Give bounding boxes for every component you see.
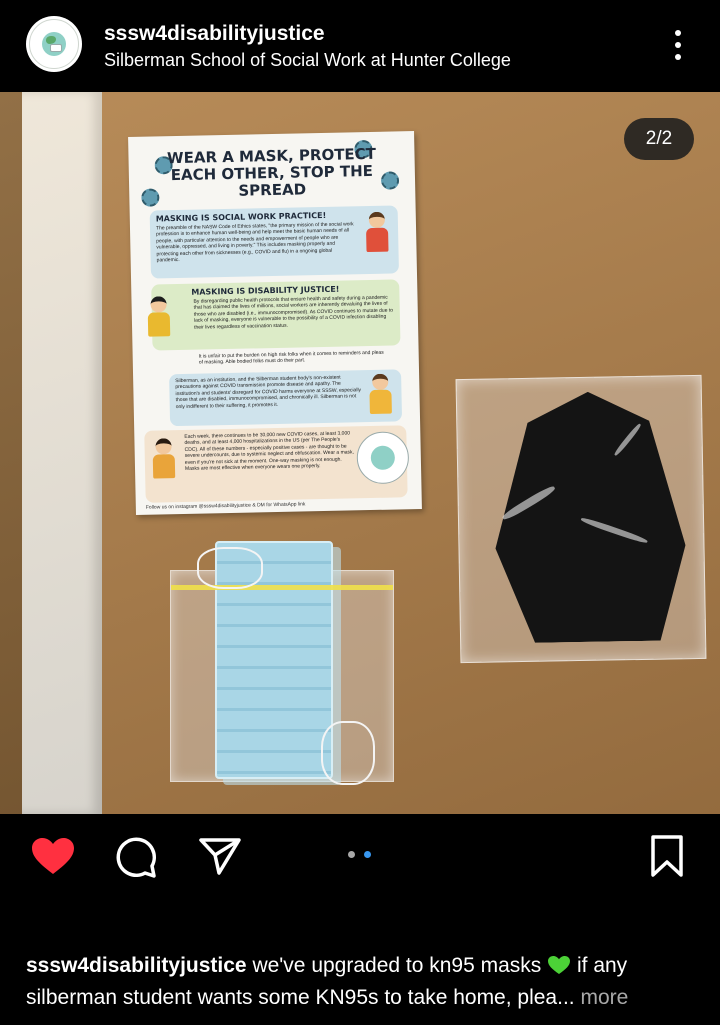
avatar[interactable] xyxy=(26,16,82,72)
bookmark-icon[interactable] xyxy=(650,834,684,878)
comment-icon[interactable] xyxy=(114,836,158,880)
heart-filled-icon[interactable] xyxy=(30,836,76,876)
post-header: sssw4disabilityjustice Silberman School … xyxy=(0,0,720,92)
caption-more-link[interactable]: more xyxy=(580,986,628,1009)
kn95-mask-bag xyxy=(455,374,707,664)
post-location[interactable]: Silberman School of Social Work at Hunte… xyxy=(104,50,511,71)
poster-section: It is unfair to put the burden on high r… xyxy=(193,346,393,370)
green-heart-icon xyxy=(548,956,571,974)
post-username[interactable]: sssw4disabilityjustice xyxy=(104,22,325,46)
poster-section-body: Silberman, as an institution, and the Si… xyxy=(175,374,362,410)
mask-icon xyxy=(50,44,62,52)
ziplock-strip xyxy=(171,585,393,590)
poster-section-body: It is unfair to put the burden on high r… xyxy=(198,349,384,367)
poster: WEAR A MASK, PROTECT EACH OTHER, STOP TH… xyxy=(128,131,422,515)
poster-section-heading: MASKING IS SOCIAL WORK PRACTICE! xyxy=(155,210,327,224)
illustration-person xyxy=(143,296,174,341)
caption-ellipsis: ... xyxy=(557,986,575,1009)
poster-footer: Follow us on instagram @sssw4disabilityj… xyxy=(145,501,306,511)
illustration-person xyxy=(362,211,393,257)
surgical-mask-bag xyxy=(170,541,394,785)
caption-username[interactable]: sssw4disabilityjustice xyxy=(26,954,247,977)
post-image[interactable]: WEAR A MASK, PROTECT EACH OTHER, STOP TH… xyxy=(0,92,720,814)
poster-section-body: Each week, there continues to be 30,000 … xyxy=(184,430,354,472)
illustration-person xyxy=(365,373,396,418)
carousel-dot-active xyxy=(364,851,371,858)
more-vertical-icon[interactable] xyxy=(668,28,688,62)
poster-section-body: The preamble of the NASW Code of Ethics … xyxy=(155,221,354,264)
ear-loop xyxy=(197,547,263,589)
poster-section: MASKING IS DISABILITY JUSTICE! By disreg… xyxy=(151,279,401,351)
carousel-dot xyxy=(348,851,355,858)
carousel-counter: 2/2 xyxy=(624,118,694,160)
ear-loop xyxy=(321,721,375,785)
poster-section-body: By disregarding public health protocols … xyxy=(193,294,394,331)
illustration-person xyxy=(148,438,179,483)
send-icon[interactable] xyxy=(198,836,242,876)
caption-text: we've upgraded to kn95 masks xyxy=(252,954,542,977)
post-actions xyxy=(0,814,720,904)
post-caption: sssw4disabilityjustice we've upgraded to… xyxy=(26,950,706,1014)
kn95-mask xyxy=(493,390,687,643)
virus-icon xyxy=(141,188,160,207)
poster-title: WEAR A MASK, PROTECT EACH OTHER, STOP TH… xyxy=(166,144,377,200)
